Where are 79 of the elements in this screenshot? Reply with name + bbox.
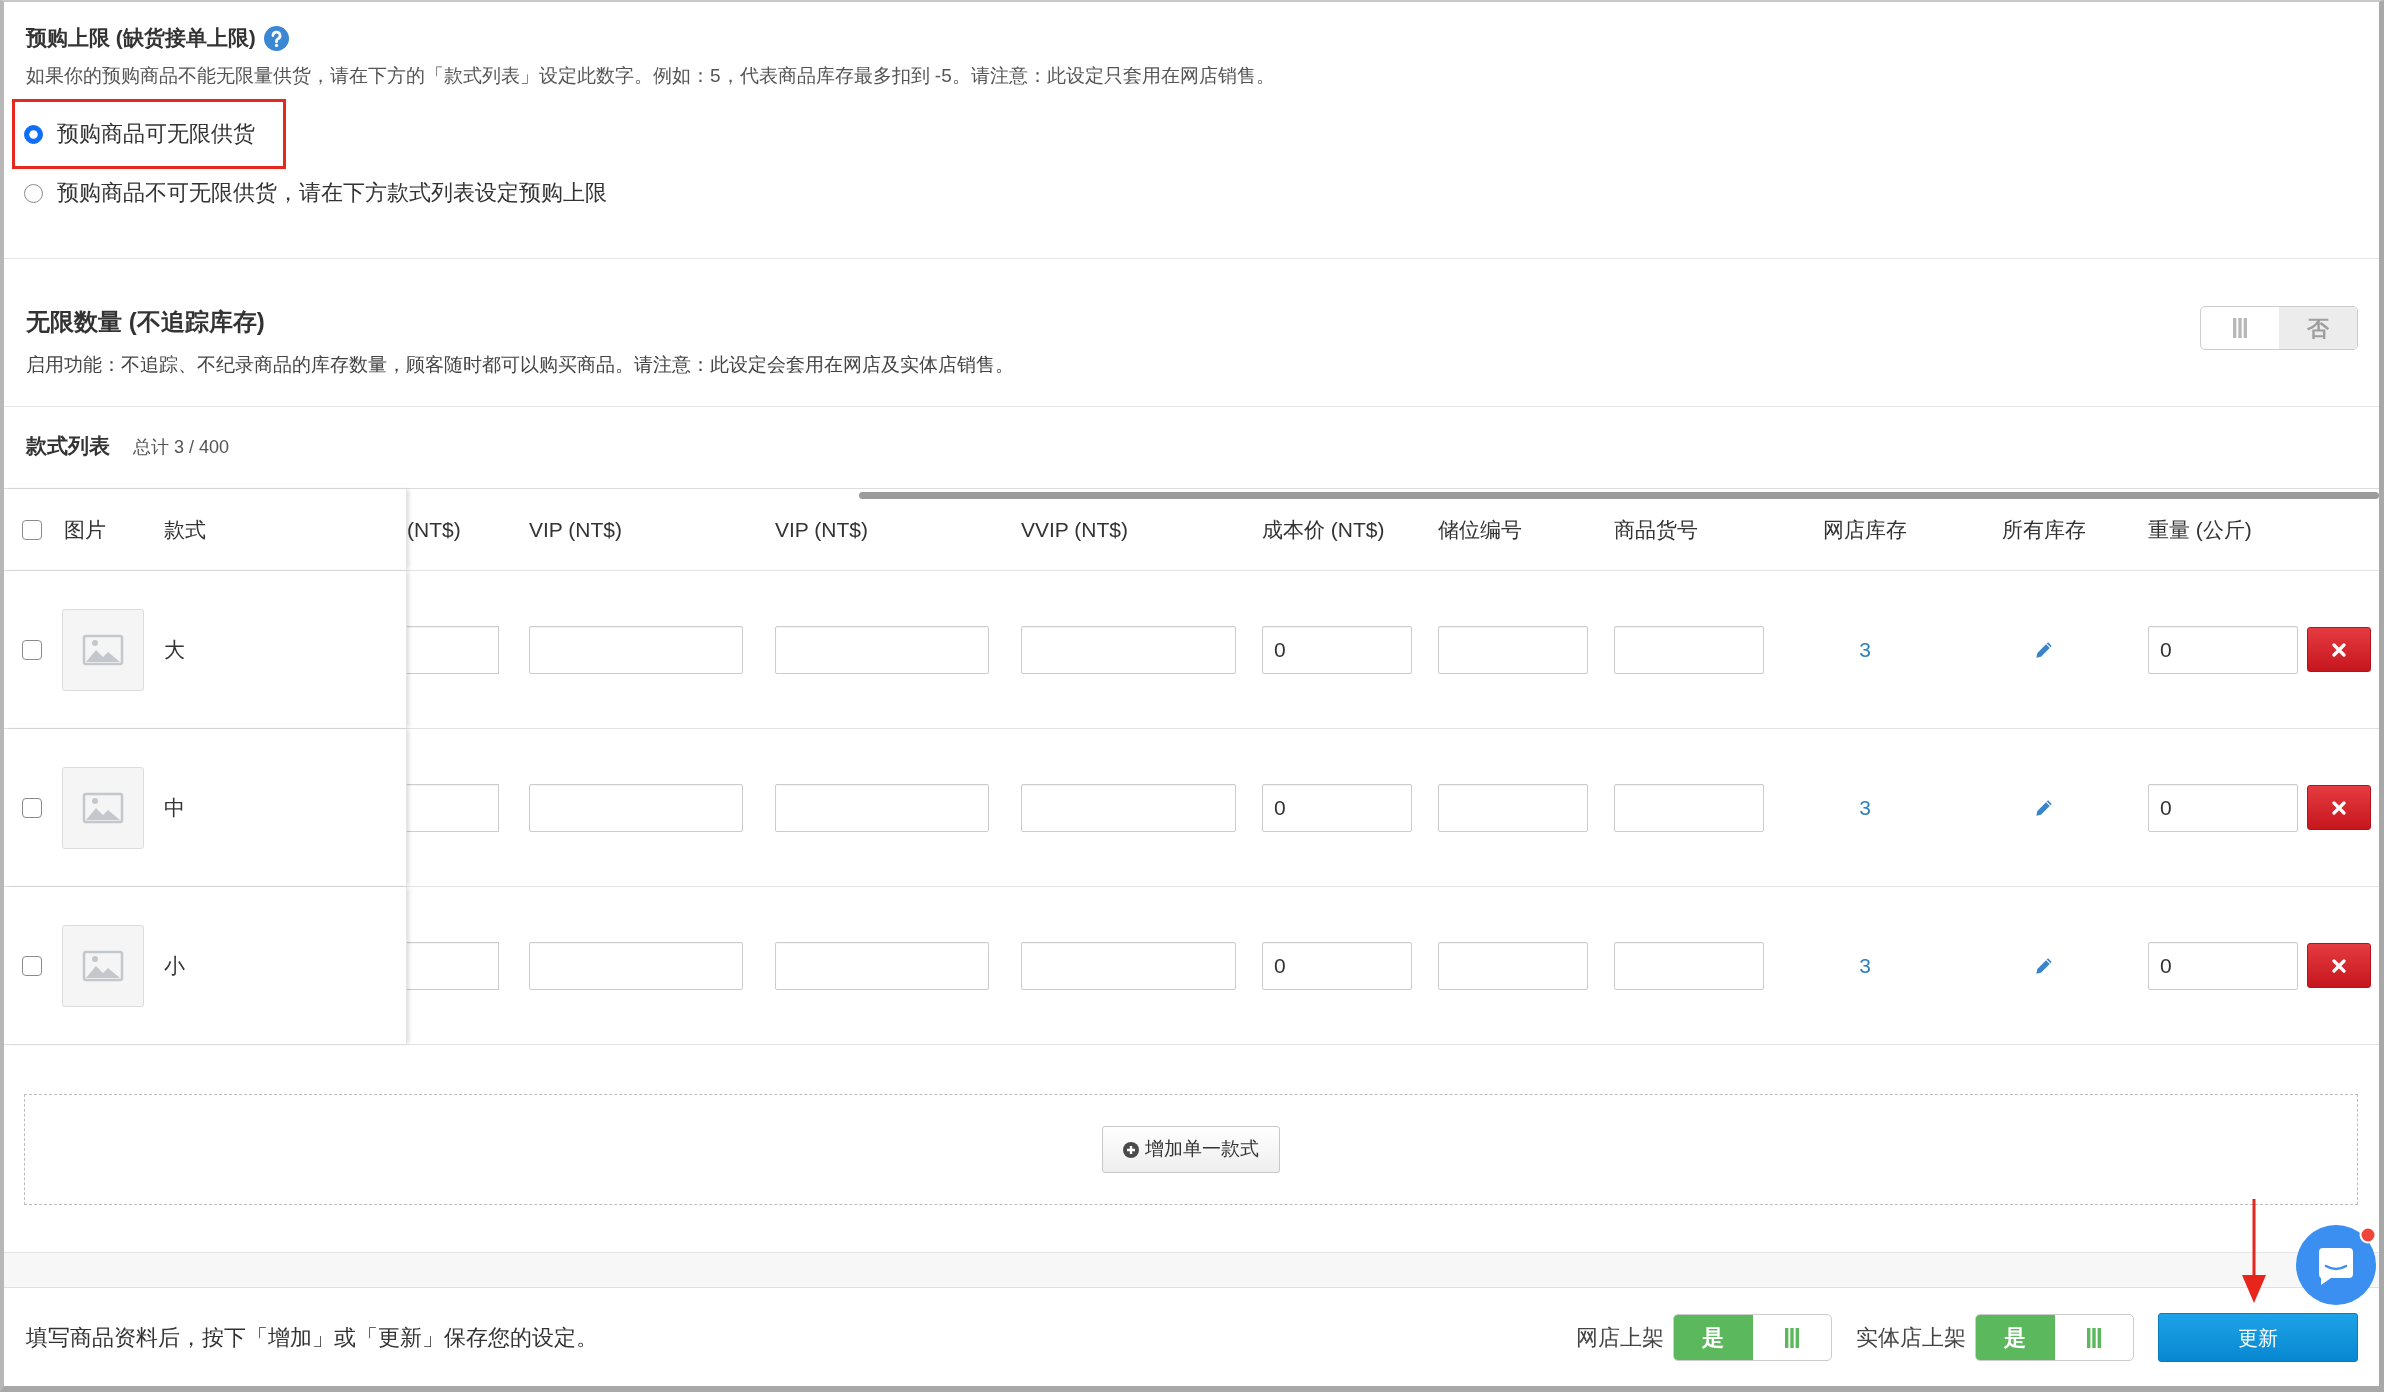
stock-link[interactable]: 3 — [1859, 633, 1871, 666]
add-variant-button[interactable]: 增加单一款式 — [1102, 1126, 1280, 1173]
picture-icon[interactable] — [62, 766, 144, 849]
select-all-checkbox[interactable] — [22, 519, 42, 540]
section-title: 款式列表 — [26, 433, 110, 459]
product-code-input[interactable] — [1614, 783, 1764, 832]
cost-price-input[interactable]: 0 — [1262, 783, 1412, 832]
variant-name: 中 — [164, 794, 185, 821]
price-input[interactable] — [407, 783, 499, 832]
stock-link[interactable]: 3 — [1859, 949, 1871, 982]
row-checkbox[interactable] — [22, 797, 42, 818]
delete-button[interactable] — [2307, 627, 2371, 672]
weight-input[interactable]: 0 — [2148, 783, 2298, 832]
price-input[interactable] — [529, 941, 743, 990]
storage-location-input[interactable] — [1438, 625, 1588, 674]
product-code-input[interactable] — [1614, 941, 1764, 990]
column-header: 款式 — [164, 516, 206, 543]
column-header: VIP (NT$) — [529, 516, 622, 543]
cost-price-input[interactable]: 0 — [1262, 941, 1412, 990]
help-icon[interactable] — [263, 25, 289, 51]
delete-button[interactable] — [2307, 785, 2371, 830]
price-input[interactable] — [775, 941, 989, 990]
price-input[interactable] — [407, 625, 499, 674]
price-input[interactable] — [1021, 941, 1236, 990]
pencil-icon[interactable] — [2035, 956, 2053, 975]
x-icon — [2332, 800, 2346, 815]
price-input[interactable] — [775, 783, 989, 832]
column-header: VIP (NT$) — [775, 516, 868, 543]
product-code-input[interactable] — [1614, 625, 1764, 674]
x-icon — [2332, 642, 2346, 657]
option-label[interactable]: 预购商品可无限供货 — [57, 117, 255, 151]
weight-input[interactable]: 0 — [2148, 941, 2298, 990]
horizontal-scrollbar[interactable] — [859, 492, 2379, 499]
switch-label: 实体店上架 — [1856, 1324, 1966, 1352]
radio-button[interactable] — [24, 124, 43, 144]
grip-icon — [1784, 1327, 1799, 1348]
column-header: 重量 (公斤) — [2148, 516, 2252, 543]
column-header: 网店库存 — [1823, 516, 1907, 543]
variant-name: 小 — [164, 952, 185, 979]
section-title: 预购上限 (缺货接单上限) — [26, 25, 256, 51]
column-header: 成本价 (NT$) — [1262, 516, 1385, 543]
footer-note: 填写商品资料后，按下「增加」或「更新」保存您的设定。 — [26, 1324, 599, 1352]
section-title: 无限数量 (不追踪库存) — [26, 307, 266, 337]
delete-button[interactable] — [2307, 943, 2371, 988]
price-input[interactable] — [407, 941, 499, 990]
row-checkbox[interactable] — [22, 639, 42, 660]
description-text: 启用功能：不追踪、不纪录商品的库存数量，顾客随时都可以购买商品。请注意：此设定会套用在网店及实体店销售。 — [26, 353, 1014, 377]
chat-icon[interactable] — [2295, 1222, 2379, 1306]
storage-location-input[interactable] — [1438, 783, 1588, 832]
column-header: 储位编号 — [1438, 516, 1522, 543]
stock-link[interactable]: 3 — [1859, 791, 1871, 824]
switch-label: 网店上架 — [1576, 1324, 1664, 1352]
radio-button[interactable] — [24, 183, 43, 203]
price-input[interactable] — [1021, 783, 1236, 832]
pencil-icon[interactable] — [2035, 640, 2053, 659]
price-input[interactable] — [775, 625, 989, 674]
option-label[interactable]: 预购商品不可无限供货，请在下方款式列表设定预购上限 — [57, 176, 607, 210]
weight-input[interactable]: 0 — [2148, 625, 2298, 674]
column-header: 所有库存 — [2002, 516, 2086, 543]
plus-circle-icon — [1123, 1141, 1139, 1158]
grip-icon — [2086, 1327, 2101, 1348]
column-header: 图片 — [64, 516, 106, 543]
price-input[interactable] — [1021, 625, 1236, 674]
description-text: 如果你的预购商品不能无限量供货，请在下方的「款式列表」设定此数字。例如：5，代表商品库存最多扣到 -5。请注意：此设定只套用在网店销售。 — [26, 64, 1276, 88]
column-header: 商品货号 — [1614, 516, 1698, 543]
column-header: (NT$) — [407, 516, 461, 543]
picture-icon[interactable] — [62, 608, 144, 691]
price-input[interactable] — [529, 625, 743, 674]
row-checkbox[interactable] — [22, 955, 42, 976]
grip-icon — [2233, 318, 2247, 338]
price-input[interactable] — [529, 783, 743, 832]
pencil-icon[interactable] — [2035, 798, 2053, 817]
column-header: VVIP (NT$) — [1021, 516, 1128, 543]
picture-icon[interactable] — [62, 924, 144, 1007]
x-icon — [2332, 958, 2346, 973]
item-count: 总计 3 / 400 — [133, 436, 230, 459]
cost-price-input[interactable]: 0 — [1262, 625, 1412, 674]
storage-location-input[interactable] — [1438, 941, 1588, 990]
variant-name: 大 — [164, 636, 185, 663]
